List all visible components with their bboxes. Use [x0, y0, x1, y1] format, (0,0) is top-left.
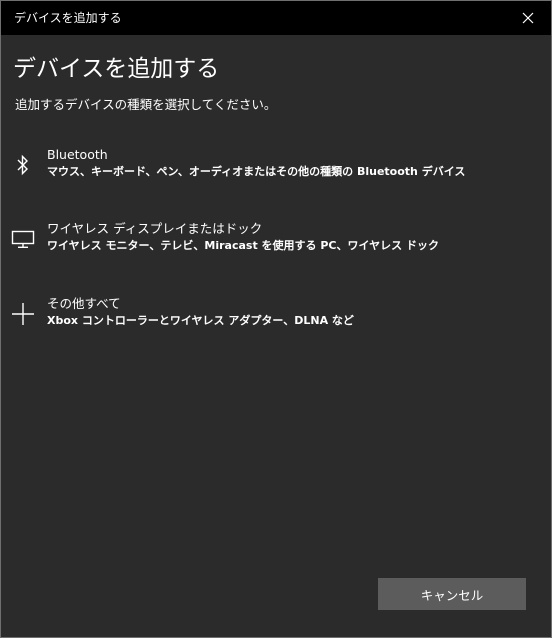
add-device-dialog: デバイスを追加する デバイスを追加する 追加するデバイスの種類を選択してください… [0, 0, 552, 638]
page-title: デバイスを追加する [13, 56, 220, 82]
instruction-text: 追加するデバイスの種類を選択してください。 [15, 97, 277, 112]
close-button[interactable] [505, 1, 551, 35]
plus-icon [9, 300, 37, 328]
option-description: ワイヤレス モニター、テレビ、Miracast を使用する PC、ワイヤレス ド… [47, 239, 439, 252]
bluetooth-icon [9, 151, 37, 179]
option-bluetooth[interactable]: Bluetooth マウス、キーボード、ペン、オーディオまたはその他の種類の B… [1, 147, 551, 201]
option-description: Xbox コントローラーとワイヤレス アダプター、DLNA など [47, 314, 354, 327]
option-wireless-display[interactable]: ワイヤレス ディスプレイまたはドック ワイヤレス モニター、テレビ、Miraca… [1, 221, 551, 275]
close-icon [522, 12, 534, 24]
title-bar: デバイスを追加する [1, 1, 551, 35]
option-title: その他すべて [47, 296, 121, 311]
option-title: ワイヤレス ディスプレイまたはドック [47, 221, 263, 236]
monitor-icon [9, 225, 37, 253]
option-everything-else[interactable]: その他すべて Xbox コントローラーとワイヤレス アダプター、DLNA など [1, 296, 551, 350]
cancel-button[interactable]: キャンセル [378, 578, 526, 610]
window-title: デバイスを追加する [14, 11, 122, 25]
option-title: Bluetooth [47, 147, 108, 162]
option-description: マウス、キーボード、ペン、オーディオまたはその他の種類の Bluetooth デ… [47, 165, 466, 178]
